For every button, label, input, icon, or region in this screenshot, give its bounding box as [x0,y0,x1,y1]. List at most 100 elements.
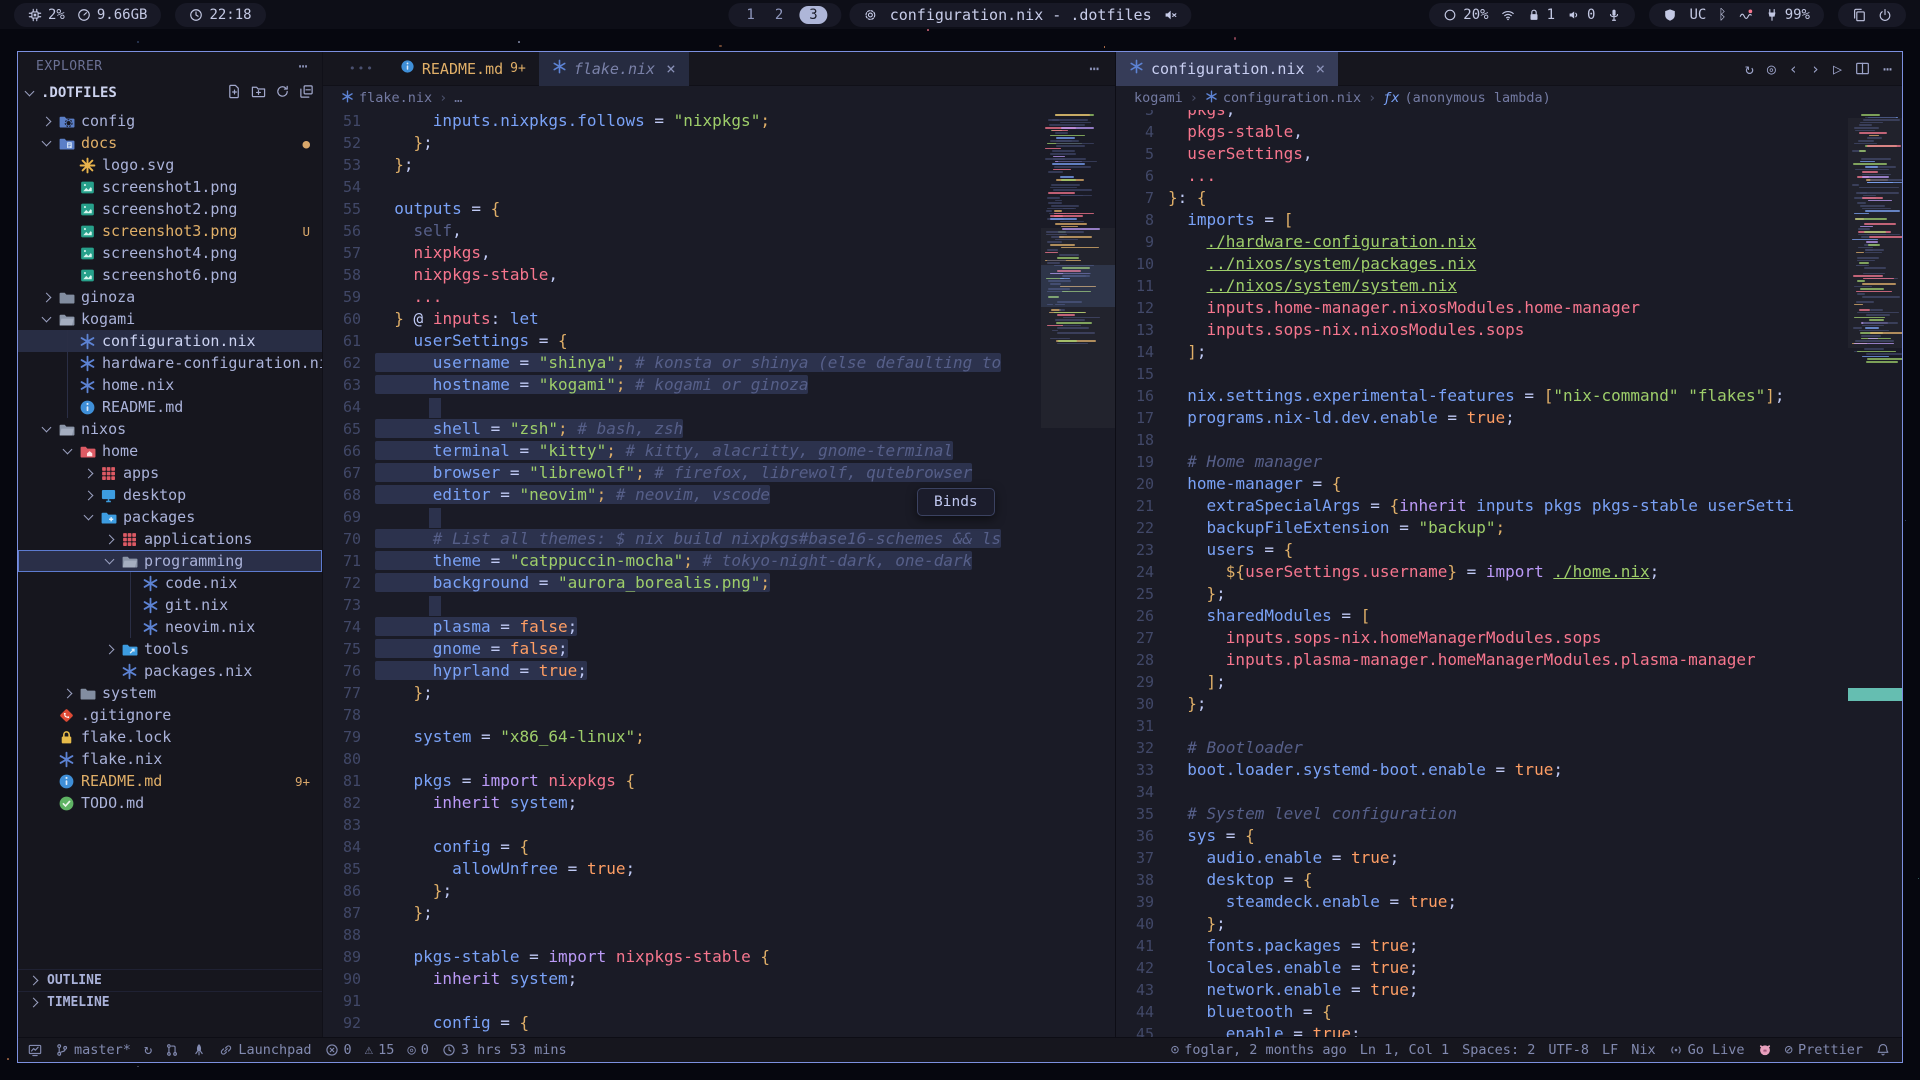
minimap[interactable] [1848,110,1902,1037]
tree-folder-packages[interactable]: packages [18,506,322,528]
status-errors[interactable]: 0 [325,1042,352,1058]
status-warnings[interactable]: ⚠15 [365,1042,395,1058]
status-git-blame[interactable]: ⊙foglar, 2 months ago [1171,1042,1347,1058]
tree-file-todo-md[interactable]: TODO.md [18,792,322,814]
tree-folder-apps[interactable]: apps [18,462,322,484]
tab-flake-nix[interactable]: flake.nix× [539,52,689,86]
navigate-back-icon[interactable]: ‹ [1789,60,1798,78]
close-icon[interactable]: × [666,59,676,78]
breadcrumb-item[interactable]: ƒx(anonymous lambda) [1383,90,1551,106]
collapse-folders-icon[interactable] [299,84,314,103]
status-eol[interactable]: LF [1602,1042,1618,1058]
clock[interactable]: 22:18 [189,7,251,23]
editor-configuration-nix[interactable]: 3 pkgs,4 pkgs-stable,5 userSettings,6 ..… [1116,110,1849,1037]
workspace-1[interactable]: 1 [742,7,758,23]
tree-file-neovim-nix[interactable]: neovim.nix [18,616,322,638]
microphone[interactable] [1607,8,1621,22]
tree-file-logo-svg[interactable]: logo.svg [18,154,322,176]
more-actions-icon[interactable]: ⋯ [1883,60,1892,78]
vpn-shield[interactable] [1663,8,1677,22]
run-file-icon[interactable]: ▷ [1833,60,1842,78]
tree-file-screenshot6-png[interactable]: screenshot6.png [18,264,322,286]
battery[interactable]: 99% [1765,7,1810,23]
tree-file-readme-md[interactable]: README.md [18,396,322,418]
tree-file-code-nix[interactable]: code.nix [18,572,322,594]
tree-file-screenshot2-png[interactable]: screenshot2.png [18,198,322,220]
breadcrumb[interactable]: kogami›configuration.nix›ƒx(anonymous la… [1116,86,1902,110]
tree-folder-config[interactable]: config [18,110,322,132]
tree-folder-programming[interactable]: programming [18,550,322,572]
status-sync-changes[interactable]: ↻ [144,1042,152,1058]
editor-flake-nix[interactable]: 51 inputs.nixpkgs.follows = "nixpkgs";52… [323,110,1042,1037]
tree-file-screenshot3-png[interactable]: screenshot3.pngU [18,220,322,242]
status-pull-request[interactable] [165,1043,179,1057]
status-language-mode[interactable]: Nix [1631,1042,1655,1058]
status-cursor-position[interactable]: Ln 1, Col 1 [1360,1042,1449,1058]
timeline-section[interactable]: TIMELINE [18,991,322,1013]
tree-folder-home[interactable]: home [18,440,322,462]
tab-overflow-dots[interactable]: ••• [349,62,375,75]
breadcrumb-item[interactable]: flake.nix [341,90,432,107]
status-go-live[interactable]: Go Live [1669,1042,1745,1058]
workspace-3[interactable]: 3 [799,6,827,24]
refresh-explorer-icon[interactable] [275,84,290,103]
compare-changes-icon[interactable]: ◎ [1767,60,1776,78]
status-ports[interactable]: ◎0 [407,1042,429,1058]
split-editor-icon[interactable] [1855,61,1870,76]
bluetooth[interactable]: ᛒ [1718,7,1726,23]
tree-file-packages-nix[interactable]: packages.nix [18,660,322,682]
new-folder-icon[interactable] [251,84,266,103]
status-remote-window[interactable] [28,1043,42,1057]
tree-root-dotfiles[interactable]: .DOTFILES [18,80,322,106]
breadcrumb[interactable]: flake.nix›… [323,86,1115,110]
workspace-switcher[interactable]: 123 [728,3,841,27]
keyboard-layout[interactable]: UC [1689,7,1706,23]
tree-file-hardware-configuration-nix[interactable]: hardware-configuration.nix [18,352,322,374]
status-prettier[interactable]: ⊘Prettier [1785,1042,1863,1058]
clipboard[interactable] [1852,8,1866,22]
tab-configuration-nix[interactable]: configuration.nix× [1116,52,1338,86]
headset[interactable] [1739,8,1753,22]
status-launchpad-rocket[interactable] [192,1043,206,1057]
new-file-icon[interactable] [227,84,242,103]
tree-file-home-nix[interactable]: home.nix [18,374,322,396]
status-encoding[interactable]: UTF-8 [1548,1042,1589,1058]
status-pet[interactable] [1758,1043,1772,1057]
tree-folder-kogami[interactable]: kogami [18,308,322,330]
tree-folder-applications[interactable]: applications [18,528,322,550]
navigate-forward-icon[interactable]: › [1811,60,1820,78]
status-notifications[interactable] [1876,1043,1890,1057]
tree-file-configuration-nix[interactable]: configuration.nix [18,330,322,352]
tree-folder-desktop[interactable]: desktop [18,484,322,506]
tree-file-screenshot4-png[interactable]: screenshot4.png [18,242,322,264]
tree-file--gitignore[interactable]: .gitignore [18,704,322,726]
more-actions-icon[interactable]: ⋯ [1089,59,1099,78]
outline-section[interactable]: OUTLINE [18,969,322,991]
tree-file-flake-nix[interactable]: flake.nix [18,748,322,770]
cpu-usage[interactable]: 2% [28,7,65,23]
memory-usage[interactable]: 9.66GB [77,7,148,23]
minimap[interactable] [1041,110,1115,1037]
breadcrumb-item[interactable]: configuration.nix [1205,90,1361,107]
wifi[interactable] [1501,8,1515,22]
timeline-icon[interactable]: ↻ [1745,60,1754,78]
tree-file-readme-md[interactable]: README.md9+ [18,770,322,792]
breadcrumb-item[interactable]: … [454,90,462,106]
keyboard-lock[interactable]: 1 [1527,7,1555,23]
tree-folder-ginoza[interactable]: ginoza [18,286,322,308]
tree-file-flake-lock[interactable]: flake.lock [18,726,322,748]
tree-folder-system[interactable]: system [18,682,322,704]
close-icon[interactable]: × [1316,59,1326,78]
tree-file-screenshot1-png[interactable]: screenshot1.png [18,176,322,198]
status-git-branch[interactable]: master* [55,1042,131,1058]
breadcrumb-item[interactable]: kogami [1134,90,1183,106]
views-more-icon[interactable]: ⋯ [298,57,308,75]
tree-file-git-nix[interactable]: git.nix [18,594,322,616]
tree-folder-docs[interactable]: docs● [18,132,322,154]
tree-folder-nixos[interactable]: nixos [18,418,322,440]
tab-readme-md[interactable]: README.md9+ [387,52,539,86]
status-indentation[interactable]: Spaces: 2 [1462,1042,1535,1058]
workspace-2[interactable]: 2 [771,7,787,23]
status-launchpad[interactable]: Launchpad [219,1042,311,1058]
mute-icon[interactable] [1164,8,1178,22]
